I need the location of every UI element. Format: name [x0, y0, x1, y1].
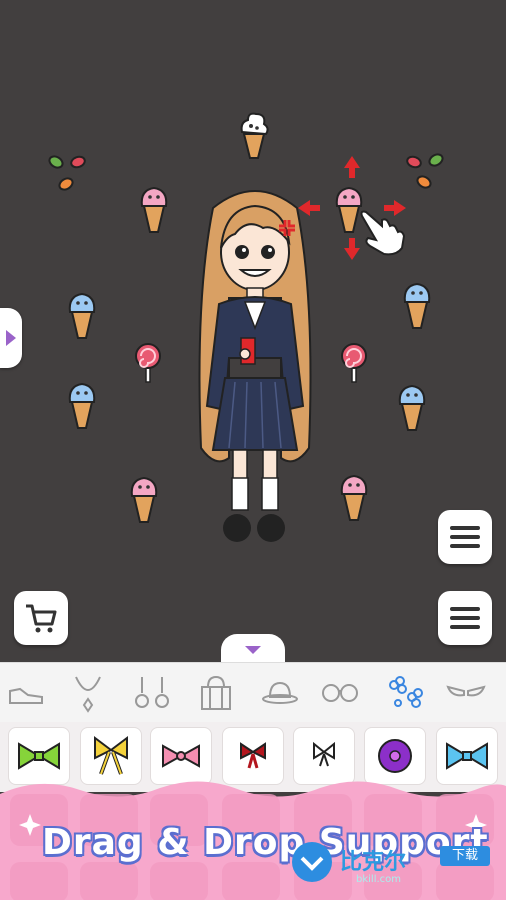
category-bar [0, 662, 506, 724]
triangle-right-icon [6, 330, 16, 346]
wings-icon[interactable] [446, 673, 486, 713]
menu-button[interactable] [438, 510, 492, 564]
bow-item[interactable] [80, 727, 142, 785]
bow-item[interactable] [222, 727, 284, 785]
yellow-bow-icon [94, 736, 128, 775]
collapse-panel-tab[interactable] [221, 634, 285, 664]
watermark-sub: bkill.com [356, 874, 402, 885]
pink-ice-cream-sticker[interactable] [138, 184, 170, 236]
bow-item[interactable] [8, 727, 70, 785]
hamburger-icon [450, 607, 480, 629]
blue-ice-cream-sticker[interactable] [401, 280, 433, 332]
cart-icon [26, 604, 57, 633]
bow-item[interactable] [293, 727, 355, 785]
red-bow-icon [240, 742, 266, 769]
lollipop-sticker[interactable] [338, 340, 370, 384]
hat-icon[interactable] [260, 673, 300, 713]
hand-pointer-icon [360, 210, 406, 256]
lollipop-sticker[interactable] [132, 340, 164, 384]
shoes-icon[interactable] [6, 673, 46, 713]
pink-bow-icon [162, 744, 200, 768]
watermark-text: 比克尔 [340, 850, 407, 875]
menu-button[interactable] [438, 591, 492, 645]
triangle-down-icon [245, 646, 261, 654]
blue-ice-cream-sticker[interactable] [66, 290, 98, 342]
bow-item[interactable] [150, 727, 212, 785]
blue-ice-cream-sticker[interactable] [396, 382, 428, 434]
bag-icon[interactable] [196, 673, 236, 713]
blue-bow-icon [446, 742, 488, 770]
earrings-icon[interactable] [132, 673, 172, 713]
flowers-icon[interactable] [384, 673, 424, 713]
character-doll[interactable] [185, 178, 325, 548]
blue-ice-cream-sticker[interactable] [66, 380, 98, 432]
bow-item[interactable] [436, 727, 498, 785]
watermark-badge: 下载 [440, 846, 490, 866]
pink-ice-cream-sticker[interactable] [338, 472, 370, 524]
necklace-icon[interactable] [68, 673, 108, 713]
soft-serve-sticker[interactable] [236, 108, 272, 162]
pink-ice-cream-sticker[interactable] [128, 474, 160, 526]
glasses-icon[interactable] [320, 673, 360, 713]
shop-cart-button[interactable] [14, 591, 68, 645]
bow-item[interactable] [364, 727, 426, 785]
green-bow-icon [18, 742, 60, 770]
hamburger-icon [450, 526, 480, 548]
jelly-beans-sticker[interactable] [46, 150, 92, 196]
purple-flower-bow-icon [378, 739, 412, 773]
side-panel-toggle[interactable] [0, 308, 22, 368]
black-bow-icon [313, 741, 335, 767]
